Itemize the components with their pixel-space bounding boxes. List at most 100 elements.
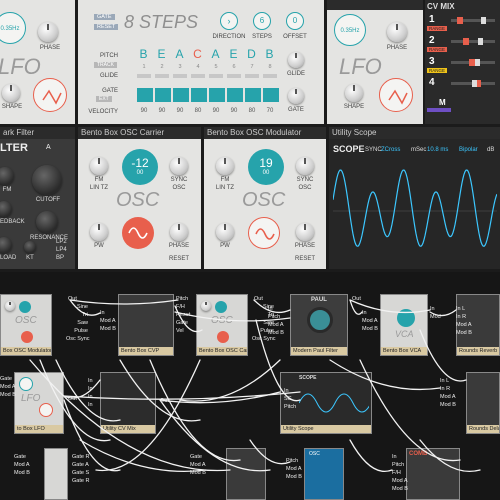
- step-velocity[interactable]: 90: [209, 108, 223, 114]
- port-label[interactable]: Gate: [176, 320, 188, 326]
- port-label[interactable]: Mod B: [268, 330, 284, 336]
- step-gate[interactable]: [137, 88, 153, 102]
- rack-paul-filter[interactable]: PAUL Modern Paul Filter: [290, 294, 348, 356]
- glide-knob[interactable]: [288, 52, 304, 68]
- port-label[interactable]: Gate A: [72, 462, 89, 468]
- port-label[interactable]: Mod B: [440, 402, 456, 408]
- rack-vca[interactable]: VCA Bento Box VCA: [380, 294, 428, 356]
- port-label[interactable]: Mod B: [392, 486, 408, 492]
- rack-cvp[interactable]: Bento Box CVP: [118, 294, 174, 356]
- step-glide[interactable]: [155, 74, 169, 78]
- rack-scope[interactable]: SCOPE Utility Scope: [280, 372, 372, 434]
- port-label[interactable]: Mod A: [440, 394, 456, 400]
- phase-knob-modulator[interactable]: [296, 223, 314, 241]
- direction-button[interactable]: ›: [220, 12, 238, 30]
- step-velocity[interactable]: 90: [137, 108, 151, 114]
- port-label[interactable]: In: [100, 310, 105, 316]
- step-velocity[interactable]: 70: [263, 108, 277, 114]
- step-note[interactable]: D: [245, 47, 259, 61]
- step-gate[interactable]: [191, 88, 207, 102]
- step-glide[interactable]: [173, 74, 187, 78]
- tune-display-carrier[interactable]: -12 00: [122, 149, 158, 185]
- rack-osc-modulator[interactable]: OSC Box OSC Modulator: [0, 294, 52, 356]
- gate-knob[interactable]: [288, 88, 304, 104]
- port-label[interactable]: In: [88, 402, 93, 408]
- shape-knob[interactable]: [2, 84, 20, 102]
- step-gate[interactable]: [173, 88, 189, 102]
- port-label[interactable]: Sine: [66, 304, 88, 310]
- port-label[interactable]: In: [88, 386, 93, 392]
- sync-knob-modulator[interactable]: [296, 157, 314, 175]
- step-note[interactable]: B: [263, 47, 277, 61]
- step-note[interactable]: C: [191, 47, 205, 61]
- rack-osc-carrier[interactable]: OSC Bento Box OSC Carrier: [196, 294, 248, 356]
- msec-value[interactable]: 10.8 ms: [427, 147, 448, 153]
- cutoff-knob[interactable]: [32, 165, 62, 195]
- port-label[interactable]: Saw: [66, 320, 88, 326]
- port-label[interactable]: Mod: [430, 314, 441, 320]
- port-label[interactable]: Mod A: [190, 462, 206, 468]
- port-label[interactable]: F/H: [176, 304, 185, 310]
- lfo2-wave-button[interactable]: [379, 78, 413, 112]
- load-knob[interactable]: [0, 237, 12, 253]
- port-label[interactable]: Out: [68, 396, 77, 402]
- port-label[interactable]: Mod A: [14, 462, 30, 468]
- port-label[interactable]: Osc Sync: [252, 336, 276, 342]
- shape-knob-2[interactable]: [345, 84, 363, 102]
- port-label[interactable]: Pulse: [66, 328, 88, 334]
- step-note[interactable]: E: [227, 47, 241, 61]
- sync-knob-carrier[interactable]: [170, 157, 188, 175]
- port-label[interactable]: In L: [440, 378, 449, 384]
- feedback-knob[interactable]: [0, 201, 12, 217]
- port-label[interactable]: Osc Sync: [66, 336, 90, 342]
- port-label[interactable]: In: [392, 454, 397, 460]
- tune-display-modulator[interactable]: 19 00: [248, 149, 284, 185]
- port-label[interactable]: In: [284, 388, 289, 394]
- port-label[interactable]: Gate R: [72, 478, 89, 484]
- port-label[interactable]: Out: [160, 398, 169, 404]
- reset-label-modulator[interactable]: RESET: [294, 256, 316, 262]
- port-label[interactable]: Gate: [14, 454, 26, 460]
- port-label[interactable]: Gate S: [72, 470, 89, 476]
- step-velocity[interactable]: 80: [245, 108, 259, 114]
- port-label[interactable]: Gate: [0, 376, 12, 382]
- zcross-value[interactable]: ZCross: [381, 147, 400, 153]
- wave-button-carrier[interactable]: [122, 217, 154, 249]
- port-label[interactable]: In: [430, 306, 435, 312]
- port-label[interactable]: Pitch: [392, 462, 404, 468]
- port-label[interactable]: Mod A: [456, 322, 472, 328]
- step-gate[interactable]: [155, 88, 171, 102]
- port-label[interactable]: In R: [440, 386, 450, 392]
- rack-osc-blue[interactable]: OSC: [304, 448, 344, 500]
- fm-knob-modulator[interactable]: [216, 157, 234, 175]
- resonance-knob[interactable]: [36, 211, 58, 233]
- port-label[interactable]: Tri: [66, 312, 88, 318]
- fm-knob-carrier[interactable]: [90, 157, 108, 175]
- step-glide[interactable]: [191, 74, 205, 78]
- step-glide[interactable]: [245, 74, 259, 78]
- rack-env-2[interactable]: [226, 448, 266, 500]
- port-label[interactable]: Reset: [176, 312, 190, 318]
- lp4-label[interactable]: LP4: [56, 247, 67, 253]
- step-gate[interactable]: [245, 88, 261, 102]
- port-label[interactable]: Mod B: [100, 326, 116, 332]
- port-label[interactable]: In: [88, 378, 93, 384]
- port-label[interactable]: F/H: [392, 470, 401, 476]
- cvmix-range-tag[interactable]: RANGE: [427, 68, 448, 73]
- port-label[interactable]: Pitch: [286, 458, 298, 464]
- bipolar-value[interactable]: Bipolar: [459, 147, 478, 153]
- fm-knob[interactable]: [0, 167, 14, 185]
- port-label[interactable]: Mod A: [392, 478, 408, 484]
- port-label[interactable]: Mod B: [0, 392, 16, 398]
- rack-cvmix[interactable]: Utility CV Mix: [100, 372, 156, 434]
- port-label[interactable]: Mod A: [286, 466, 302, 472]
- step-glide[interactable]: [227, 74, 241, 78]
- step-gate[interactable]: [209, 88, 225, 102]
- port-label[interactable]: In: [88, 394, 93, 400]
- pw-knob-carrier[interactable]: [90, 223, 108, 241]
- port-label[interactable]: Vel: [176, 328, 184, 334]
- port-label[interactable]: Mod A: [100, 318, 116, 324]
- port-label[interactable]: Pitch: [268, 314, 280, 320]
- port-label[interactable]: In: [268, 306, 273, 312]
- cvmix-range-tag[interactable]: RANGE: [427, 26, 448, 31]
